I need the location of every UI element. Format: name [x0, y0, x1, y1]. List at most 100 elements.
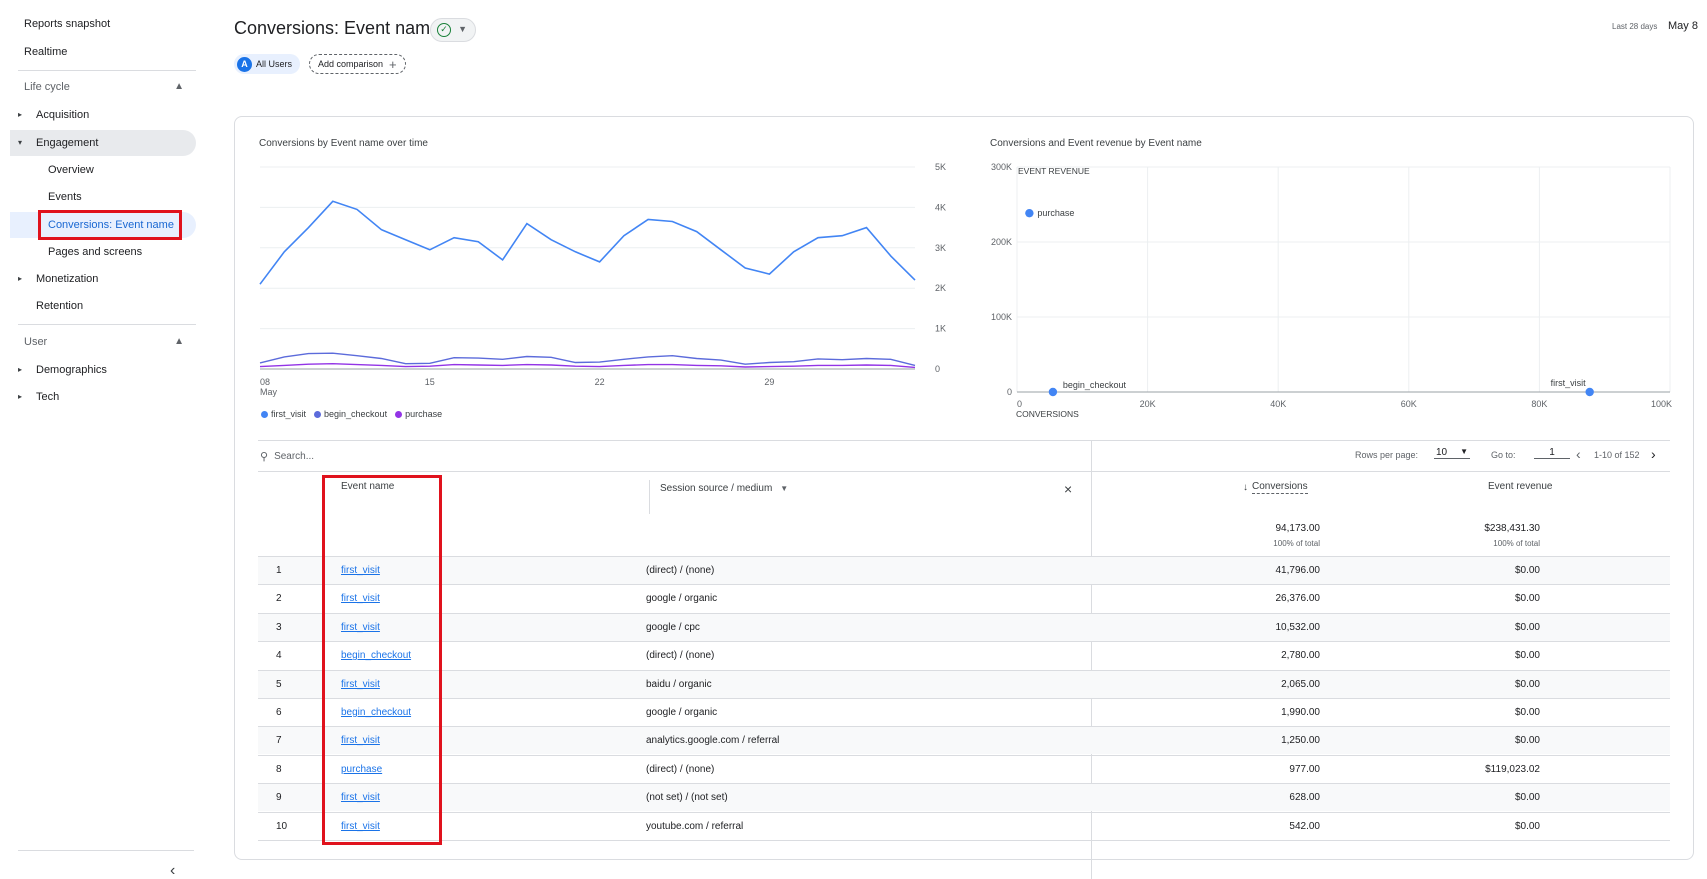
session-source-cell: google / organic	[646, 593, 718, 605]
row-number: 8	[276, 763, 282, 775]
column-divider	[1091, 441, 1092, 473]
session-source-cell: youtube.com / referral	[646, 820, 744, 832]
line-series-purchase[interactable]	[259, 362, 916, 369]
rows-per-page-value: 10	[1436, 447, 1448, 458]
line-x-tick-label: 29	[764, 377, 774, 387]
session-source-cell: analytics.google.com / referral	[646, 735, 780, 747]
dropdown-arrow-icon: ▼	[1460, 447, 1468, 456]
remove-dimension-close-icon[interactable]: ×	[1064, 481, 1072, 497]
page-range: 1-10 of 152	[1594, 450, 1640, 460]
table-row[interactable]: 3 first_visit google / cpc 10,532.00 $0.00	[258, 612, 1670, 641]
conversions-cell: 10,532.00	[1275, 621, 1321, 633]
legend-dot-begin-checkout	[314, 410, 322, 418]
legend-label-begin-checkout: begin_checkout	[324, 409, 388, 419]
goto-label: Go to:	[1491, 450, 1516, 460]
highlight-box-event-column	[322, 475, 442, 845]
next-page-icon[interactable]: ›	[1651, 446, 1656, 462]
legend-label-first-visit: first_visit	[271, 409, 307, 419]
legend-item-first-visit[interactable]: first_visit	[261, 409, 306, 419]
revenue-cell: $0.00	[1514, 792, 1540, 804]
prev-page-icon[interactable]: ‹	[1576, 446, 1581, 462]
search-icon: ⚲	[260, 451, 269, 463]
row-number: 3	[276, 621, 282, 633]
revenue-cell: $0.00	[1514, 621, 1540, 633]
conversions-cell: 2,780.00	[1281, 650, 1320, 662]
table-row[interactable]: 10 first_visit youtube.com / referral 542.0…	[258, 811, 1670, 840]
line-y-tick-label: 5K	[935, 162, 946, 172]
table-toolbar: ⚲ Search... Rows per page: 10 ▼ Go to: 1…	[258, 440, 1670, 473]
session-source-cell: (direct) / (none)	[646, 763, 715, 775]
table-row[interactable]: 2 first_visit google / organic 26,376.00 $0.…	[258, 584, 1670, 612]
session-source-cell: (direct) / (none)	[646, 650, 715, 662]
total-conversions-pct: 100% of total	[1273, 539, 1320, 548]
row-number: 2	[276, 593, 282, 605]
table-search[interactable]: ⚲ Search...	[260, 450, 314, 463]
col-header-event-revenue[interactable]: Event revenue	[1488, 481, 1553, 492]
conversions-cell: 1,250.00	[1281, 735, 1320, 747]
search-input[interactable]: Search...	[274, 451, 314, 462]
session-source-cell: baidu / organic	[646, 678, 712, 690]
col-header-conversions[interactable]: ↓ Conversions	[1243, 481, 1308, 494]
row-number: 7	[276, 735, 282, 747]
revenue-cell: $0.00	[1514, 820, 1540, 832]
row-number: 5	[276, 678, 282, 690]
line-chart-legend: first_visit begin_checkout purchase	[261, 409, 442, 419]
line-x-tick-sublabel: May	[260, 387, 278, 397]
row-number: 9	[276, 792, 282, 804]
legend-item-begin-checkout[interactable]: begin_checkout	[314, 409, 387, 419]
total-conversions: 94,173.00	[1275, 523, 1321, 534]
conversions-cell: 2,065.00	[1281, 678, 1320, 690]
line-y-tick-label: 0	[935, 364, 940, 374]
table-row[interactable]: 7 first_visit analytics.google.com / refer…	[258, 726, 1670, 755]
table-row[interactable]: 8 purchase (direct) / (none) 977.00 $119,023…	[258, 754, 1670, 783]
col-header-session-source[interactable]: Session source / medium ▼	[660, 483, 788, 494]
session-source-cell: (direct) / (none)	[646, 565, 715, 576]
table-row[interactable]: 1 first_visit (direct) / (none) 41,796.00 $0…	[258, 556, 1670, 584]
legend-dot-purchase	[395, 410, 403, 418]
col-header-session-source-label: Session source / medium	[660, 483, 773, 494]
conversions-cell: 41,796.00	[1275, 565, 1321, 576]
line-y-tick-label: 2K	[935, 283, 946, 293]
conversions-cell: 977.00	[1289, 763, 1320, 775]
table-bottom-border	[258, 840, 1670, 841]
table-row[interactable]: 5 first_visit baidu / organic 2,065.00 $0.00	[258, 669, 1670, 698]
legend-dot-first-visit	[261, 410, 268, 418]
line-x-tick-label: 08	[260, 377, 270, 387]
sort-desc-arrow-icon: ↓	[1243, 482, 1248, 493]
revenue-cell: $0.00	[1514, 707, 1540, 718]
row-number: 6	[276, 707, 282, 718]
rows-per-page-label: Rows per page:	[1355, 450, 1419, 460]
row-number: 4	[276, 650, 282, 662]
revenue-cell: $119,023.02	[1485, 763, 1540, 775]
table-row[interactable]: 6 begin_checkout google / organic 1,990.00 $…	[258, 698, 1670, 726]
total-revenue-pct: 100% of total	[1493, 539, 1540, 548]
table-row[interactable]: 9 first_visit (not set) / (not set) 628.00 $…	[258, 783, 1670, 812]
line-y-tick-label: 1K	[935, 324, 946, 334]
line-y-tick-label: 4K	[935, 202, 946, 212]
line-series-first-visit[interactable]	[259, 200, 916, 285]
line-x-tick-label: 15	[425, 377, 435, 387]
conversions-cell: 26,376.00	[1275, 593, 1321, 605]
conversions-cell: 542.00	[1289, 820, 1320, 832]
table-row[interactable]: 4 begin_checkout (direct) / (none) 2,780.00…	[258, 641, 1670, 669]
session-source-cell: (not set) / (not set)	[646, 792, 728, 804]
legend-item-purchase[interactable]: purchase	[395, 409, 442, 419]
line-y-tick-label: 3K	[935, 243, 946, 253]
dropdown-arrow-icon: ▼	[780, 484, 789, 493]
conversions-cell: 1,990.00	[1281, 707, 1320, 718]
conversions-cell: 628.00	[1289, 792, 1320, 804]
line-series-begin-checkout[interactable]	[259, 352, 916, 367]
goto-input[interactable]: 1	[1534, 447, 1570, 459]
revenue-cell: $0.00	[1514, 593, 1540, 605]
revenue-cell: $0.00	[1514, 678, 1540, 690]
row-number: 10	[276, 820, 288, 832]
rows-per-page-select[interactable]: 10 ▼	[1434, 447, 1470, 459]
revenue-cell: $0.00	[1514, 650, 1540, 662]
col-header-conversions-label: Conversions	[1252, 481, 1308, 494]
session-source-cell: google / organic	[646, 707, 718, 718]
revenue-cell: $0.00	[1514, 735, 1540, 747]
row-number: 1	[276, 565, 282, 576]
session-source-cell: google / cpc	[646, 621, 700, 633]
total-revenue: $238,431.30	[1484, 523, 1540, 534]
legend-label-purchase: purchase	[405, 409, 443, 419]
